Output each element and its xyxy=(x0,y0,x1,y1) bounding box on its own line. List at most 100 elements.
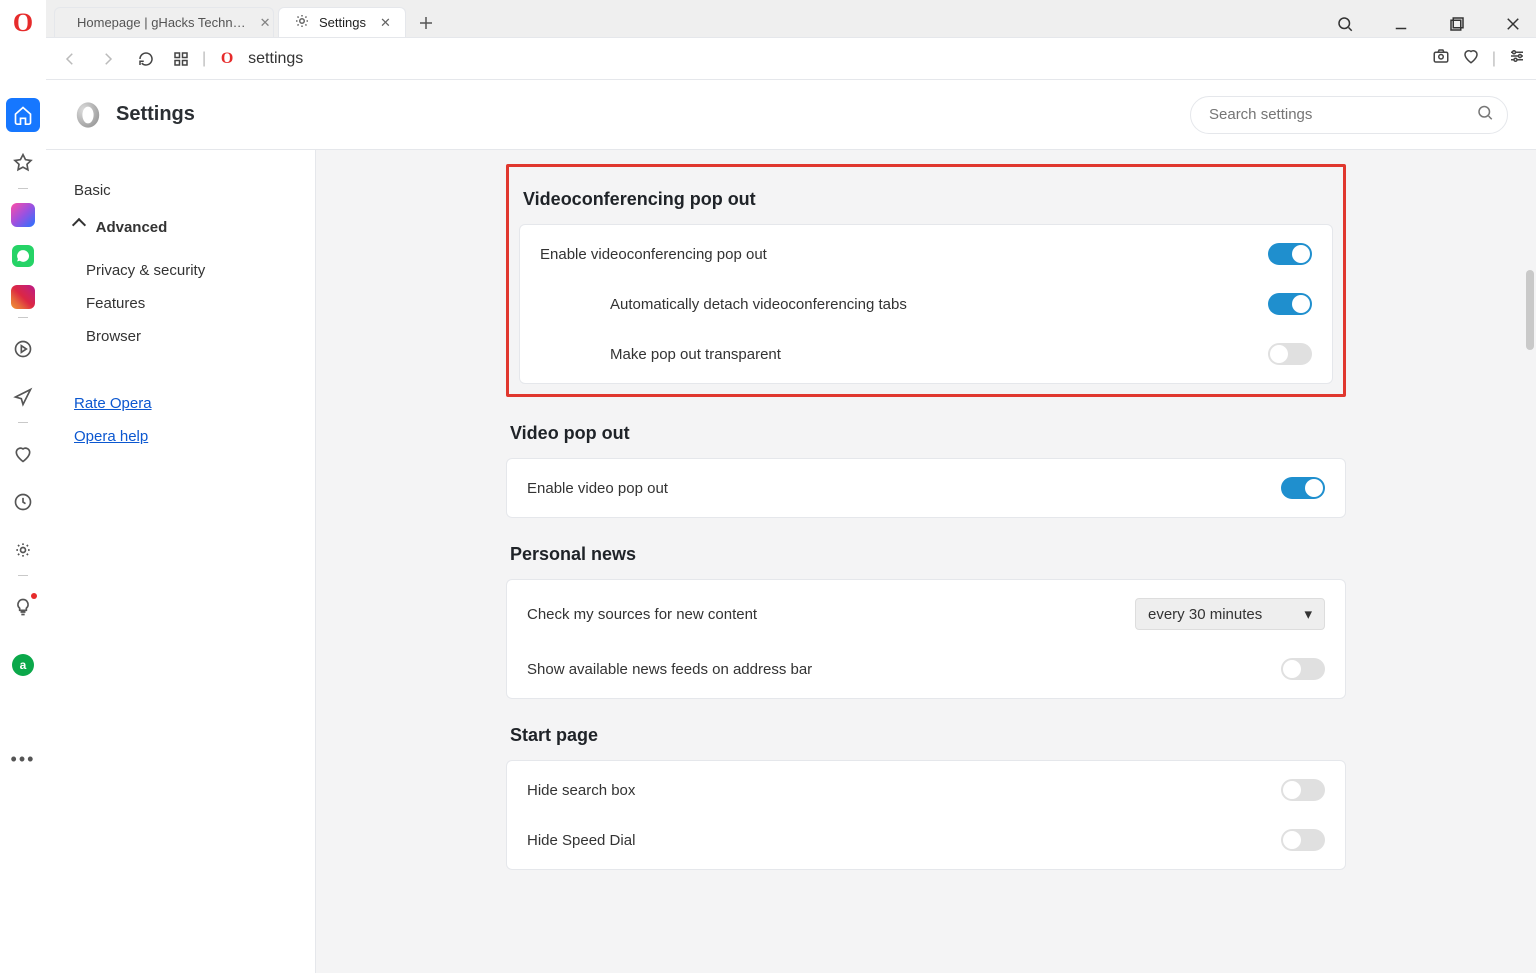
messenger-icon[interactable] xyxy=(11,203,35,227)
search-icon[interactable] xyxy=(1326,11,1364,37)
overflow-menu-icon[interactable]: ••• xyxy=(6,742,40,776)
nav-sub-advanced: Privacy & security Features Browser xyxy=(62,246,299,353)
window-controls xyxy=(1326,11,1536,37)
heart-outline-icon[interactable] xyxy=(1462,47,1480,70)
settings-favicon-icon xyxy=(293,12,311,33)
settings-search[interactable] xyxy=(1190,96,1508,134)
row-label: Make pop out transparent xyxy=(540,346,1268,363)
easy-setup-icon[interactable] xyxy=(1508,47,1526,70)
section-video-pop-out: Video pop out Enable video pop out xyxy=(506,423,1346,518)
bulb-icon[interactable] xyxy=(6,590,40,624)
rail-separator xyxy=(18,575,28,576)
link-rate-opera[interactable]: Rate Opera xyxy=(62,395,152,412)
heart-icon[interactable] xyxy=(6,437,40,471)
minimize-icon[interactable] xyxy=(1382,11,1420,37)
send-icon[interactable] xyxy=(6,380,40,414)
nav-item-browser[interactable]: Browser xyxy=(74,320,299,353)
section-videoconferencing-highlight: Videoconferencing pop out Enable videoco… xyxy=(506,164,1346,397)
row-label: Hide Speed Dial xyxy=(527,832,1281,849)
link-opera-help[interactable]: Opera help xyxy=(62,428,148,445)
start-page-card: Hide search box Hide Speed Dial xyxy=(506,760,1346,870)
section-title: Videoconferencing pop out xyxy=(523,189,1333,210)
whatsapp-icon[interactable] xyxy=(12,245,34,267)
search-input[interactable] xyxy=(1190,96,1508,134)
rail-separator xyxy=(18,317,28,318)
row-label: Automatically detach videoconferencing t… xyxy=(540,296,1268,313)
select-news-interval[interactable]: every 30 minutes ▾ xyxy=(1135,598,1325,630)
settings-header: Settings xyxy=(46,80,1536,150)
close-icon[interactable]: ✕ xyxy=(380,15,391,31)
nav-item-features[interactable]: Features xyxy=(74,287,299,320)
row-label: Enable videoconferencing pop out xyxy=(540,246,1268,263)
tab-ghacks[interactable]: Homepage | gHacks Techn… ✕ xyxy=(54,7,274,37)
tab-label: Homepage | gHacks Techn… xyxy=(77,15,246,30)
clock-icon[interactable] xyxy=(6,485,40,519)
instagram-icon[interactable] xyxy=(11,285,35,309)
forward-icon[interactable] xyxy=(94,45,122,73)
rail-separator xyxy=(18,188,28,189)
star-icon[interactable] xyxy=(6,146,40,180)
row-label: Hide search box xyxy=(527,782,1281,799)
new-tab-button[interactable] xyxy=(412,9,440,37)
section-start-page: Start page Hide search box Hide Speed Di… xyxy=(506,725,1346,870)
chevron-down-icon: ▾ xyxy=(1304,605,1312,623)
tab-label: Settings xyxy=(319,15,366,30)
nav-item-basic[interactable]: Basic xyxy=(62,172,299,209)
address-bar: | O settings | xyxy=(46,38,1536,80)
nav-item-label: Advanced xyxy=(96,219,168,236)
search-icon xyxy=(1476,103,1494,126)
page: Settings Basic xyxy=(46,80,1536,973)
video-pop-out-card: Enable video pop out xyxy=(506,458,1346,518)
row-vc-enable: Enable videoconferencing pop out xyxy=(540,229,1312,279)
toggle-start-hide-speed[interactable] xyxy=(1281,829,1325,851)
row-vc-auto: Automatically detach videoconferencing t… xyxy=(540,279,1312,329)
left-icon-rail: O xyxy=(0,0,46,973)
settings-content[interactable]: Videoconferencing pop out Enable videoco… xyxy=(316,150,1536,973)
tab-strip: Homepage | gHacks Techn… ✕ Settings ✕ xyxy=(46,0,1536,38)
section-title: Video pop out xyxy=(510,423,1346,444)
row-start-hide-search: Hide search box xyxy=(527,765,1325,815)
maximize-icon[interactable] xyxy=(1438,11,1476,37)
address-bar-separator: | xyxy=(1492,50,1496,68)
close-window-icon[interactable] xyxy=(1494,11,1532,37)
avatar-letter: a xyxy=(20,658,27,672)
play-circle-icon[interactable] xyxy=(6,332,40,366)
gear-icon[interactable] xyxy=(6,533,40,567)
opera-badge-icon: O xyxy=(216,48,238,70)
home-icon[interactable] xyxy=(6,98,40,132)
snapshot-icon[interactable] xyxy=(1432,47,1450,70)
page-title: Settings xyxy=(116,103,195,126)
close-icon[interactable]: ✕ xyxy=(260,15,271,31)
row-vp-enable: Enable video pop out xyxy=(527,463,1325,513)
personal-news-card: Check my sources for new content every 3… xyxy=(506,579,1346,699)
address-bar-separator: | xyxy=(202,50,206,68)
row-vc-transparent: Make pop out transparent xyxy=(540,329,1312,379)
toggle-vp-enable[interactable] xyxy=(1281,477,1325,499)
videoconferencing-card: Enable videoconferencing pop out Automat… xyxy=(519,224,1333,384)
reload-icon[interactable] xyxy=(132,45,160,73)
section-personal-news: Personal news Check my sources for new c… xyxy=(506,544,1346,699)
settings-body: Basic Advanced Privacy & security Featur… xyxy=(46,150,1536,973)
toggle-vc-transparent[interactable] xyxy=(1268,343,1312,365)
toggle-vc-enable[interactable] xyxy=(1268,243,1312,265)
row-news-showbar: Show available news feeds on address bar xyxy=(527,644,1325,694)
tab-settings[interactable]: Settings ✕ xyxy=(278,7,406,37)
address-text[interactable]: settings xyxy=(248,50,1422,68)
row-label: Show available news feeds on address bar xyxy=(527,661,1281,678)
scrollbar-thumb[interactable] xyxy=(1526,270,1534,350)
extensions-grid-icon[interactable] xyxy=(170,48,192,70)
avatar-badge-icon[interactable]: a xyxy=(6,648,40,682)
row-start-hide-speed: Hide Speed Dial xyxy=(527,815,1325,865)
rail-separator xyxy=(18,422,28,423)
nav-item-privacy[interactable]: Privacy & security xyxy=(74,254,299,287)
row-news-check: Check my sources for new content every 3… xyxy=(527,584,1325,644)
back-icon[interactable] xyxy=(56,45,84,73)
row-label: Check my sources for new content xyxy=(527,606,1135,623)
toggle-start-hide-search[interactable] xyxy=(1281,779,1325,801)
toggle-news-showbar[interactable] xyxy=(1281,658,1325,680)
nav-item-advanced[interactable]: Advanced xyxy=(62,209,299,246)
toggle-vc-auto[interactable] xyxy=(1268,293,1312,315)
settings-left-nav: Basic Advanced Privacy & security Featur… xyxy=(46,150,316,973)
section-title: Personal news xyxy=(510,544,1346,565)
opera-brand-icon: O xyxy=(13,8,33,38)
